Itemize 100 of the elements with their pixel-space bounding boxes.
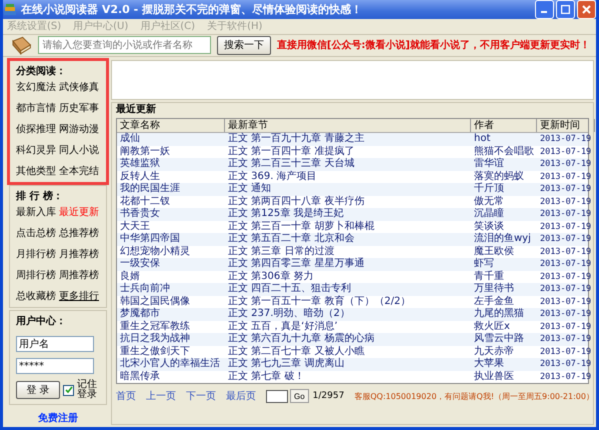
category-link[interactable]: 全本完结 bbox=[59, 164, 102, 178]
go-button[interactable]: Go bbox=[290, 389, 309, 403]
ranking-link[interactable]: 总收藏榜 bbox=[16, 289, 59, 303]
table-cell-text: 正文 第一百四十章 准提疯了 bbox=[227, 146, 356, 158]
table-cell-text: hot bbox=[473, 133, 492, 146]
table-cell-text: 我的民国生涯 bbox=[119, 183, 181, 196]
page-count: 1/2957 bbox=[312, 391, 344, 401]
table-cell-text: 正文 第一百九十九章 青藤之主 bbox=[227, 133, 366, 146]
category-link[interactable]: 科幻灵异 bbox=[16, 143, 59, 157]
category-link[interactable]: 同人小说 bbox=[59, 143, 102, 157]
table-cell-text: 傲无常 bbox=[473, 196, 505, 208]
column-header[interactable]: 更新时间 bbox=[537, 119, 595, 132]
table-cell-text: 风雪云中路 bbox=[473, 333, 525, 346]
category-link[interactable]: 其他类型 bbox=[16, 164, 59, 178]
book-icon bbox=[11, 35, 32, 56]
table-cell-text: 正文 通知 bbox=[227, 183, 272, 196]
pager-link[interactable]: 首页 bbox=[116, 389, 136, 403]
table-cell-text: 正文 第125章 我是绮王妃 bbox=[227, 208, 344, 220]
table-cell-text: 英雄监狱 bbox=[119, 158, 161, 170]
column-header[interactable]: 作者 bbox=[471, 119, 537, 132]
table-row[interactable]: 书香贵女 正文 第125章 我是绮王妃 沉晶瞳 2013-07-19 bbox=[117, 208, 588, 220]
page-field[interactable] bbox=[266, 390, 288, 402]
table-cell-text: 北宋小官人的幸福生活 bbox=[119, 358, 221, 370]
ranking-link[interactable]: 周推荐榜 bbox=[59, 268, 102, 282]
table-row[interactable]: 抗日之我为战神 正文 第六百九十九章 杨震的心病 风雪云中路 2013-07-19 bbox=[117, 333, 588, 346]
pager-link[interactable]: 下一页 bbox=[186, 389, 216, 403]
ranking-link[interactable]: 月排行榜 bbox=[16, 247, 59, 261]
table-cell-text: 左手金鱼 bbox=[473, 296, 515, 308]
table-cell-text: 大苹果 bbox=[473, 358, 505, 370]
search-button[interactable]: 搜索一下 bbox=[216, 36, 271, 55]
table-row[interactable]: 一级安保 正文 第四百零三章 星星万事通 虾写 2013-07-19 bbox=[117, 258, 588, 270]
table-row[interactable]: 我的民国生涯 正文 通知 千斤顶 2013-07-19 bbox=[117, 183, 588, 196]
table-cell-text: 沉晶瞳 bbox=[473, 208, 505, 220]
table-cell-text: 中华第四帝国 bbox=[119, 233, 181, 246]
table-cell-text: 正文 四百二十五、狙击专利 bbox=[227, 283, 352, 296]
table-cell-text: 反转人生 bbox=[119, 170, 161, 182]
table-cell-text: 九尾的黑猫 bbox=[473, 308, 525, 320]
ranking-link[interactable]: 总推荐榜 bbox=[59, 226, 102, 240]
search-field[interactable]: 请输入您要查询的小说或作者名称 bbox=[38, 36, 211, 54]
column-header[interactable]: 最新章节 bbox=[225, 119, 471, 132]
table-row[interactable]: 中华第四帝国 正文 第五百二十章 北京和会 流泪的鱼wyj 2013-07-19 bbox=[117, 233, 588, 246]
ranking-link[interactable]: 最新入库 bbox=[16, 205, 59, 219]
table-cell-text: 青千重 bbox=[473, 270, 505, 282]
table-cell-text: 正文 第两百四十八章 夜半疗伤 bbox=[227, 196, 366, 208]
table-cell-text: 笑谈谈 bbox=[473, 220, 505, 232]
panel-title: 最近更新 bbox=[116, 102, 156, 116]
table-cell-text: 正文 第二百七十章 又被人小瞧 bbox=[227, 346, 366, 358]
maximize-button[interactable] bbox=[556, 0, 575, 19]
table-cell-text: 正文 第六百九十九章 杨震的心病 bbox=[227, 333, 376, 346]
ranking-link[interactable]: 月推荐榜 bbox=[59, 247, 102, 261]
notice-text: 直接用微信[公众号:微看小说]就能看小说了，不用客户端更新更实时！ bbox=[276, 38, 590, 52]
pager-link[interactable]: 上一页 bbox=[146, 389, 176, 403]
table-cell-text: 成仙 bbox=[119, 133, 141, 146]
username-field[interactable]: 用户名 bbox=[16, 336, 94, 352]
table-cell-text: 九天赤帝 bbox=[473, 346, 515, 358]
table-row[interactable]: 北宋小官人的幸福生活 正文 第七九三章 调虎离山 大苹果 2013-07-19 bbox=[117, 358, 588, 370]
table-row[interactable]: 梦魇都市 正文 237.明劲、暗劲（2） 九尾的黑猫 2013-07-19 bbox=[117, 308, 588, 320]
table-cell-text: 阐教第一妖 bbox=[119, 146, 171, 158]
table-cell-text: 正文 第三章 日常的过渡 bbox=[227, 246, 336, 258]
category-link[interactable]: 历史军事 bbox=[59, 101, 102, 115]
panel-title: 用户中心： bbox=[16, 314, 67, 328]
column-header[interactable]: 文章名称 bbox=[117, 119, 225, 132]
table-cell-text: 正文 第七章 破！ bbox=[227, 370, 306, 383]
panel-title: 排 行 榜： bbox=[16, 190, 64, 203]
close-button[interactable] bbox=[577, 0, 596, 19]
table-cell-text: 雷华谊 bbox=[473, 158, 505, 170]
table-cell-text: 正文 第五百二十章 北京和会 bbox=[227, 233, 356, 246]
table-cell-text: 执业兽医 bbox=[473, 370, 515, 383]
category-link[interactable]: 武侠修真 bbox=[59, 80, 102, 94]
pager-link[interactable]: 最后页 bbox=[226, 389, 256, 403]
table-cell-text: 虾写 bbox=[473, 258, 495, 270]
table-cell-text: 重生之冠军教练 bbox=[119, 320, 191, 332]
table-row[interactable]: 成仙 正文 第一百九十九章 青藤之主 hot 2013-07-19 bbox=[117, 133, 588, 146]
table-cell-text: 万里待书 bbox=[473, 283, 515, 296]
password-field[interactable]: ***** bbox=[16, 358, 94, 374]
category-link[interactable]: 网游动漫 bbox=[59, 122, 102, 136]
window-title: 在线小说阅读器 V2.0 - 摆脱那关不完的弹窗、尽情体验阅读的快感！ bbox=[21, 2, 364, 17]
table-cell-text: 千斤顶 bbox=[473, 183, 505, 196]
category-link[interactable]: 玄幻魔法 bbox=[16, 80, 59, 94]
table-cell-text: 正文 第306章 努力 bbox=[227, 270, 314, 282]
minimize-button[interactable] bbox=[535, 0, 554, 19]
books-icon bbox=[3, 2, 17, 16]
ranking-link[interactable]: 点击总榜 bbox=[16, 226, 59, 240]
ranking-link[interactable]: 更多排行 bbox=[59, 289, 102, 303]
table-cell-text: 救火匠x bbox=[473, 320, 511, 332]
category-link[interactable]: 都市言情 bbox=[16, 101, 59, 115]
table-row[interactable]: 士兵向前冲 正文 四百二十五、狙击专利 万里待书 2013-07-19 bbox=[117, 283, 588, 296]
category-link[interactable]: 侦探推理 bbox=[16, 122, 59, 136]
table-cell-text: 正文 第四百零三章 星星万事通 bbox=[227, 258, 366, 270]
maximize-icon bbox=[561, 5, 570, 14]
remember-checkbox[interactable] bbox=[63, 384, 74, 396]
table-cell-text: 大天王 bbox=[119, 220, 151, 232]
login-button[interactable]: 登 录 bbox=[16, 381, 60, 399]
table-cell-text: 落寞的蚂蚁 bbox=[473, 170, 525, 182]
ranking-link[interactable]: 周排行榜 bbox=[16, 268, 59, 282]
table-cell-text: 正文 五百，真是‘好消息’ bbox=[227, 320, 339, 332]
table-row[interactable]: 英雄监狱 正文 第二百三十三章 天台城 雷华谊 2013-07-19 bbox=[117, 158, 588, 170]
table-cell-text: 正文 第三百一十章 胡萝卜和棒棍 bbox=[227, 220, 376, 232]
register-link[interactable]: 免费注册 bbox=[38, 411, 78, 425]
table-cell-text: 正文 369. 海产项目 bbox=[227, 170, 318, 182]
